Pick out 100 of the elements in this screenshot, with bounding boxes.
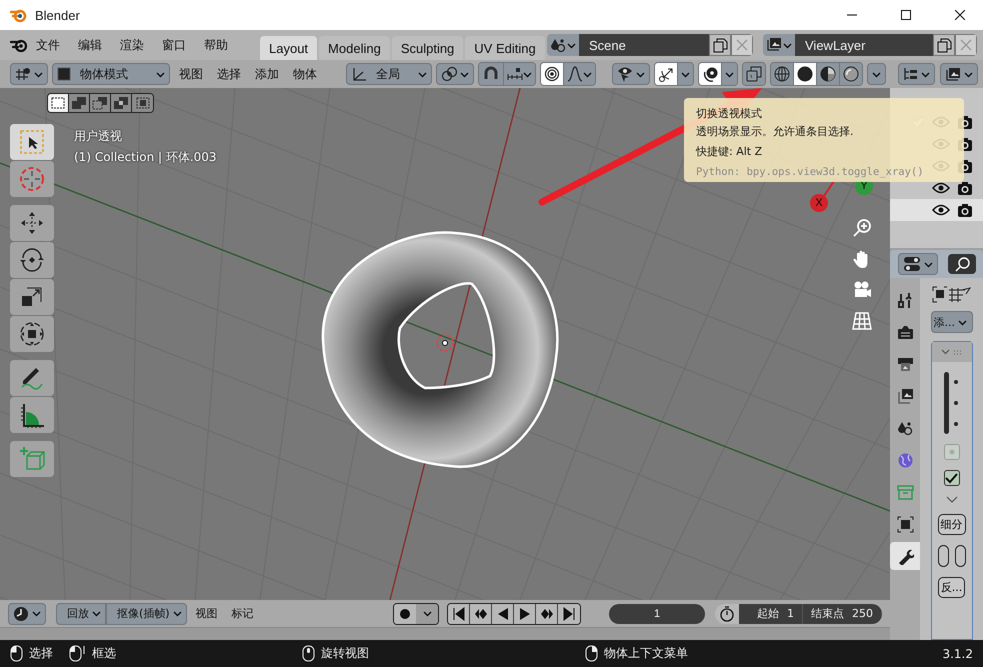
- filter-dropdown[interactable]: [940, 63, 978, 85]
- collapse-grip-icon[interactable]: [941, 348, 962, 356]
- editor-type-dropdown[interactable]: [10, 63, 48, 85]
- grid-icon: [852, 311, 872, 331]
- scene-name-field[interactable]: Scene: [579, 34, 709, 56]
- workspace-tab[interactable]: UV Editing: [465, 36, 545, 60]
- tool-button[interactable]: [10, 279, 54, 315]
- axis-label[interactable]: X: [810, 194, 828, 212]
- camera-icon[interactable]: [957, 180, 973, 196]
- snap-dropdown[interactable]: [504, 63, 535, 85]
- playback-button[interactable]: [536, 604, 558, 624]
- display-mode-dropdown[interactable]: [898, 63, 935, 85]
- gizmo-toggle[interactable]: [655, 63, 678, 85]
- next-keyframe-icon: [540, 606, 554, 621]
- chevron-icon[interactable]: [946, 496, 958, 504]
- auto-keying-toggle[interactable]: [394, 604, 416, 624]
- maximize-icon: [901, 10, 911, 20]
- playback-button[interactable]: [492, 604, 514, 624]
- preview-range-toggle[interactable]: [715, 604, 739, 624]
- toggle-pill[interactable]: [954, 545, 966, 567]
- torus-object[interactable]: [322, 231, 559, 468]
- workspace-tab[interactable]: Sculpting: [392, 36, 464, 60]
- selection-mode-button[interactable]: [111, 94, 132, 112]
- eye-icon[interactable]: [932, 203, 950, 217]
- menu-item[interactable]: 物体: [288, 66, 322, 82]
- orientation-dropdown[interactable]: 全局: [346, 63, 432, 85]
- outliner-row[interactable]: [890, 199, 983, 221]
- gizmo-dropdown[interactable]: [678, 63, 693, 85]
- menu-item[interactable]: 窗口: [154, 36, 194, 54]
- mode-dropdown[interactable]: 物体模式: [52, 63, 170, 85]
- view-layer-name-field[interactable]: ViewLayer: [795, 34, 933, 56]
- menu-item[interactable]: 编辑: [70, 36, 110, 54]
- copy-button[interactable]: [709, 34, 731, 56]
- solid-sphere-icon: [797, 66, 813, 82]
- pivot-dropdown[interactable]: [436, 63, 474, 85]
- overlay-dropdown[interactable]: [722, 63, 737, 85]
- workspace-tab[interactable]: Layout: [260, 36, 318, 60]
- start-frame-field[interactable]: 起始 1: [739, 604, 803, 624]
- eye-icon[interactable]: [932, 181, 950, 195]
- tool-button[interactable]: [10, 124, 54, 160]
- reverse-button[interactable]: 反...: [938, 577, 966, 598]
- selection-mode-button[interactable]: [48, 94, 69, 112]
- chevron-icon: [34, 70, 43, 78]
- record-dot-icon: [399, 608, 411, 620]
- shading-mode-button[interactable]: [794, 63, 817, 85]
- shading-mode-button[interactable]: [840, 63, 862, 85]
- search-button[interactable]: [948, 254, 976, 274]
- zoom-button[interactable]: [852, 218, 872, 238]
- overlay-toggle[interactable]: [699, 63, 722, 85]
- shading-mode-button[interactable]: [817, 63, 840, 85]
- snap-toggle[interactable]: [479, 63, 504, 85]
- shading-dropdown[interactable]: [867, 63, 886, 85]
- subdivide-button[interactable]: 细分: [938, 514, 966, 535]
- status-hint: 旋转视图: [321, 645, 369, 662]
- menu-item[interactable]: 视图: [190, 606, 223, 622]
- auto-keying-dropdown[interactable]: [416, 604, 438, 624]
- keying-dropdown[interactable]: 抠像(插帧): [106, 602, 187, 625]
- playback-button[interactable]: [514, 604, 536, 624]
- menu-item[interactable]: 选择: [212, 66, 246, 82]
- playback-button[interactable]: [448, 604, 470, 624]
- menu-item[interactable]: 标记: [226, 606, 259, 622]
- checkbox[interactable]: [944, 470, 960, 486]
- editor-type-dropdown[interactable]: [898, 253, 938, 275]
- wrench-icon: [896, 548, 914, 564]
- add-modifier-dropdown[interactable]: 添...: [930, 311, 972, 333]
- proportional-edit-toggle[interactable]: [541, 63, 564, 85]
- blender-logo-icon[interactable]: [10, 37, 28, 53]
- copy-button[interactable]: [933, 34, 955, 56]
- workspace-tab[interactable]: Modeling: [319, 36, 390, 60]
- axes-icon: [351, 66, 367, 82]
- toggle-pill[interactable]: [938, 545, 948, 567]
- menu-item[interactable]: 视图: [174, 66, 208, 82]
- current-frame-field[interactable]: 1: [609, 604, 705, 624]
- tool-button[interactable]: [10, 397, 54, 433]
- toggle-switch-icon: [903, 256, 921, 272]
- camera-icon[interactable]: [957, 202, 973, 218]
- tool-button[interactable]: [10, 242, 54, 278]
- xray-toggle[interactable]: [743, 63, 765, 85]
- menu-item[interactable]: 添加: [250, 66, 284, 82]
- close-icon: [960, 39, 972, 51]
- tool-button[interactable]: [10, 316, 54, 352]
- type-dropdown[interactable]: [547, 34, 579, 56]
- falloff-dropdown[interactable]: [564, 63, 595, 85]
- playback-dropdown[interactable]: 回放: [56, 602, 106, 625]
- clock-icon: [13, 606, 29, 622]
- visibility-dropdown[interactable]: [612, 63, 650, 85]
- menu-item[interactable]: 帮助: [196, 36, 236, 54]
- menu-item[interactable]: 文件: [28, 36, 68, 54]
- projection-button[interactable]: [852, 311, 872, 331]
- properties-tab[interactable]: [890, 542, 920, 570]
- type-dropdown[interactable]: [763, 34, 795, 56]
- tool-button[interactable]: [10, 205, 54, 241]
- end-frame-field[interactable]: 结束点 250: [803, 604, 882, 624]
- menu-item[interactable]: 渲染: [112, 36, 152, 54]
- camera-view-button[interactable]: [852, 280, 872, 300]
- playback-button[interactable]: [470, 604, 492, 624]
- playback-button[interactable]: [558, 604, 580, 624]
- tool-button[interactable]: [10, 360, 54, 396]
- editor-type-dropdown[interactable]: [8, 602, 46, 625]
- chevron-icon: [872, 70, 881, 78]
